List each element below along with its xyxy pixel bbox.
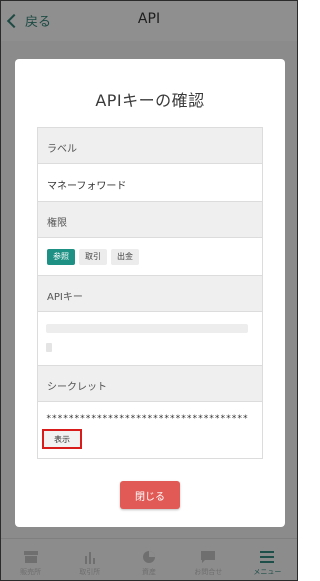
apikey-redacted-line [46, 324, 248, 333]
bar-chart-icon [84, 552, 95, 564]
apikey-redacted-line [46, 343, 52, 352]
permission-row: 参照 取引 出金 [38, 238, 262, 276]
pie-chart-icon [143, 551, 155, 563]
shop-icon [23, 551, 38, 563]
secret-masked-value: ************************************ [46, 414, 249, 424]
tab-exchange[interactable]: 取引所 [60, 539, 119, 580]
apikey-details-table: ラベル マネーフォワード 権限 参照 取引 出金 APIキー シークレット **… [37, 127, 263, 459]
bottom-tabbar: 販売所 取引所 資産 お問合せ メニュー [1, 538, 297, 580]
tab-label: 販売所 [20, 568, 42, 576]
permission-header: 権限 [38, 202, 262, 238]
chat-icon [201, 551, 216, 563]
apikey-modal: APIキーの確認 ラベル マネーフォワード 権限 参照 取引 出金 APIキー … [15, 59, 285, 527]
permission-chip-trade: 取引 [79, 248, 107, 265]
label-value: マネーフォワード [38, 164, 262, 202]
permission-chip-withdraw: 出金 [111, 248, 139, 265]
tab-label: お問合せ [194, 568, 223, 576]
secret-header: シークレット [38, 366, 262, 402]
tab-contact[interactable]: お問合せ [179, 539, 238, 580]
close-button[interactable]: 閉じる [120, 481, 180, 509]
menu-icon [260, 551, 275, 563]
modal-title: APIキーの確認 [95, 91, 205, 110]
apikey-value [38, 312, 262, 366]
secret-value-row: ************************************ 表示 [38, 402, 262, 458]
page-title: API [137, 11, 161, 27]
permission-chip-read: 参照 [47, 248, 75, 265]
show-secret-button[interactable]: 表示 [42, 429, 82, 449]
app-screen: 戻る API 販売所 取引所 資産 お問合せ メニュー APIキーの確認 ラベル [0, 0, 298, 581]
tab-label: 取引所 [79, 568, 101, 576]
app-header: 戻る API [1, 1, 297, 41]
label-header: ラベル [38, 128, 262, 164]
apikey-header: APIキー [38, 276, 262, 312]
tab-assets[interactable]: 資産 [119, 539, 178, 580]
tab-label: メニュー [253, 568, 282, 576]
tab-label: 資産 [142, 568, 156, 576]
tab-menu[interactable]: メニュー [238, 539, 297, 580]
tab-shop[interactable]: 販売所 [1, 539, 60, 580]
